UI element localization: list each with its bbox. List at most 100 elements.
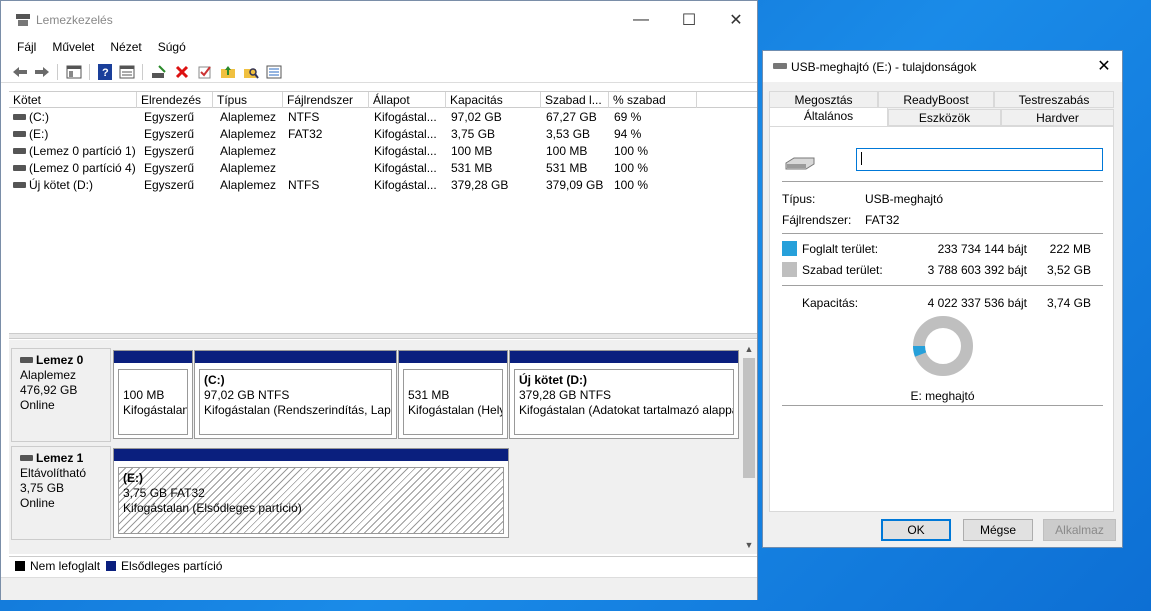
used-space-label: Foglalt terület: (802, 242, 879, 256)
disk-icon (20, 454, 33, 461)
capacity-label: Kapacitás: (802, 296, 859, 310)
pane-splitter[interactable] (9, 333, 757, 339)
toolbar: ? (1, 61, 757, 83)
used-space-swatch (782, 241, 797, 256)
col-status[interactable]: Állapot (369, 92, 446, 108)
col-volume[interactable]: Kötet (9, 92, 137, 108)
menu-help[interactable]: Súgó (150, 38, 194, 58)
col-layout[interactable]: Elrendezés (137, 92, 213, 108)
col-type[interactable]: Típus (213, 92, 283, 108)
console-tree-icon[interactable] (65, 63, 83, 81)
filesystem-value: FAT32 (865, 213, 900, 227)
maximize-button[interactable]: ☐ (666, 1, 712, 38)
free-space-swatch (782, 262, 797, 277)
legend: Nem lefoglalt Elsődleges partíció (9, 556, 757, 575)
volume-row[interactable]: (C:) Egyszerű Alaplemez NTFS Kifogástal.… (9, 109, 757, 126)
used-space-short: 222 MB (1049, 242, 1091, 256)
type-label: Típus: (782, 192, 816, 206)
general-panel: Típus: USB-meghajtó Fájlrendszer: FAT32 … (769, 126, 1114, 512)
checkmark-icon[interactable] (196, 63, 214, 81)
volume-name-input[interactable] (856, 148, 1103, 171)
properties-dialog: USB-meghajtó (E:) - tulajdonságok ✕ Mego… (762, 50, 1123, 548)
list-view-icon[interactable] (265, 63, 283, 81)
tab-tools[interactable]: Eszközök (888, 109, 1001, 126)
disk-graph-view: Lemez 0 Alaplemez 476,92 GB Online 100 M… (9, 340, 757, 554)
graph-scrollbar[interactable]: ▲ ▼ (741, 340, 757, 554)
folder-up-icon[interactable] (219, 63, 237, 81)
window-title: Lemezkezelés (36, 13, 113, 27)
volume-row[interactable]: (Lemez 0 partíció 1) Egyszerű Alaplemez … (9, 143, 757, 160)
drive-icon (13, 113, 26, 120)
volume-list-header: Kötet Elrendezés Típus Fájlrendszer Álla… (9, 91, 757, 108)
menu-file[interactable]: Fájl (1, 38, 44, 58)
volume-row[interactable]: (E:) Egyszerű Alaplemez FAT32 Kifogástal… (9, 126, 757, 143)
free-space-short: 3,52 GB (1046, 263, 1091, 277)
status-bar (1, 577, 757, 600)
properties-view-icon[interactable] (118, 63, 136, 81)
used-space-bytes: 233 734 144 bájt (937, 242, 1027, 256)
partition-e[interactable]: (E:) 3,75 GB FAT32 Kifogástalan (Elsődle… (113, 448, 509, 538)
delete-icon[interactable] (173, 63, 191, 81)
col-percent-free[interactable]: % szabad (609, 92, 697, 108)
partition-d[interactable]: Új kötet (D:) 379,28 GB NTFS Kifogástala… (509, 350, 739, 439)
forward-arrow-icon[interactable] (33, 63, 51, 81)
scroll-down-icon[interactable]: ▼ (741, 538, 757, 552)
drive-icon (13, 181, 26, 188)
col-capacity[interactable]: Kapacitás (446, 92, 541, 108)
scroll-thumb[interactable] (743, 358, 755, 478)
disk-1-label[interactable]: Lemez 1 Eltávolítható 3,75 GB Online (11, 446, 111, 540)
free-space-bytes: 3 788 603 392 bájt (927, 263, 1027, 277)
volume-row[interactable]: Új kötet (D:) Egyszerű Alaplemez NTFS Ki… (9, 177, 757, 194)
connect-icon[interactable] (150, 63, 168, 81)
type-value: USB-meghajtó (865, 192, 944, 206)
menu-view[interactable]: Nézet (102, 38, 149, 58)
free-space-arc (913, 316, 973, 376)
col-free-space[interactable]: Szabad l... (541, 92, 609, 108)
disk-management-icon (16, 14, 30, 26)
partition-0-1[interactable]: 100 MB Kifogástalan (113, 350, 193, 439)
drive-icon (13, 164, 26, 171)
apply-button: Alkalmaz (1043, 519, 1116, 541)
dialog-close-button[interactable]: ✕ (1092, 55, 1116, 77)
tab-hardware[interactable]: Hardver (1001, 109, 1114, 126)
drive-icon (13, 130, 26, 137)
usb-drive-icon (785, 157, 815, 170)
tab-readyboost[interactable]: ReadyBoost (878, 91, 994, 108)
partition-0-4[interactable]: 531 MB Kifogástalan (Hely (398, 350, 508, 439)
help-icon[interactable]: ? (96, 63, 114, 81)
svg-text:?: ? (102, 67, 109, 79)
ok-button[interactable]: OK (881, 519, 951, 541)
dialog-title-bar: USB-meghajtó (E:) - tulajdonságok ✕ (763, 51, 1122, 82)
drive-label: E: meghajtó (910, 389, 975, 403)
col-filesystem[interactable]: Fájlrendszer (283, 92, 369, 108)
partition-c[interactable]: (C:) 97,02 GB NTFS Kifogástalan (Rendsze… (194, 350, 397, 439)
minimize-button[interactable]: — (618, 1, 664, 38)
scroll-up-icon[interactable]: ▲ (741, 342, 757, 356)
usage-donut-chart (913, 316, 973, 376)
tab-customize[interactable]: Testreszabás (994, 91, 1114, 108)
menu-bar: Fájl Művelet Nézet Súgó (1, 38, 194, 58)
cancel-button[interactable]: Mégse (963, 519, 1033, 541)
disk-icon (20, 356, 33, 363)
capacity-bytes: 4 022 337 536 bájt (927, 296, 1027, 310)
volume-row[interactable]: (Lemez 0 partíció 4) Egyszerű Alaplemez … (9, 160, 757, 177)
dialog-title: USB-meghajtó (E:) - tulajdonságok (791, 60, 977, 74)
capacity-short: 3,74 GB (1046, 296, 1091, 310)
close-button[interactable]: ✕ (713, 1, 759, 38)
usb-drive-icon (773, 63, 787, 69)
title-bar: Lemezkezelés — ☐ ✕ (1, 1, 757, 38)
tab-general[interactable]: Általános (769, 107, 888, 127)
filesystem-label: Fájlrendszer: (782, 213, 852, 227)
tab-sharing[interactable]: Megosztás (769, 91, 878, 108)
used-space-arc (913, 345, 927, 357)
disk-0-label[interactable]: Lemez 0 Alaplemez 476,92 GB Online (11, 348, 111, 442)
drive-icon (13, 147, 26, 154)
menu-action[interactable]: Művelet (44, 38, 102, 58)
unallocated-swatch (15, 561, 25, 571)
disk-management-window: Lemezkezelés — ☐ ✕ Fájl Művelet Nézet Sú… (0, 0, 758, 600)
back-arrow-icon[interactable] (11, 63, 29, 81)
primary-swatch (106, 561, 117, 571)
free-space-label: Szabad terület: (802, 263, 883, 277)
search-folder-icon[interactable] (242, 63, 260, 81)
volume-list: (C:) Egyszerű Alaplemez NTFS Kifogástal.… (9, 109, 757, 194)
